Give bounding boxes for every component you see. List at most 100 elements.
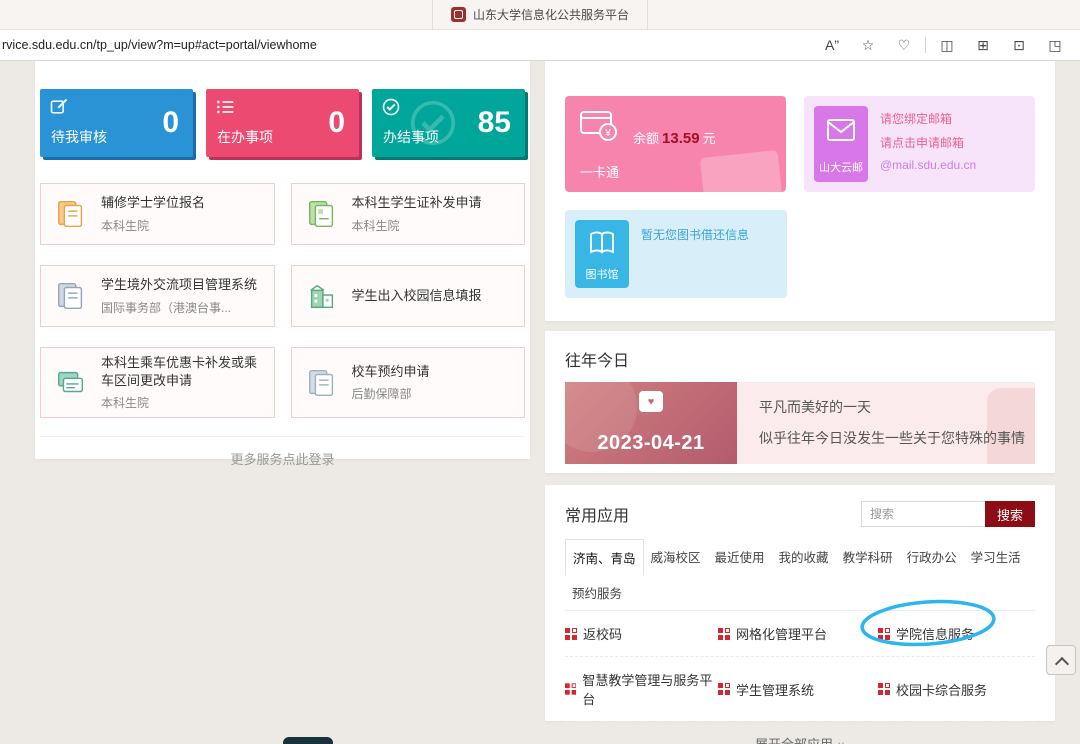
tab-study-life[interactable]: 学习生活 (964, 539, 1028, 575)
app-grid-icon (878, 628, 890, 640)
card-decoration (700, 150, 782, 192)
stat-label: 在办事项 (217, 127, 273, 147)
tab-administration[interactable]: 行政办公 (900, 539, 964, 575)
stat-card-in-progress[interactable]: 在办事项 0 (206, 89, 359, 157)
app-search: 搜索 (861, 501, 1035, 527)
mail-domain: @mail.sdu.edu.cn (880, 158, 976, 172)
library-icon-block: 图书馆 (575, 220, 629, 288)
service-title: 辅修学士学位报名 (101, 194, 205, 212)
book-icon (588, 230, 616, 256)
calendar-heart-icon: ♥ (639, 391, 663, 412)
app-grid-icon (718, 628, 730, 640)
tab-my-favorites[interactable]: 我的收藏 (772, 539, 836, 575)
list-icon (215, 97, 235, 117)
service-grid: 辅修学士学位报名 本科生院 本科生学生证补发申请 本科生院 学生境外交流项目管理… (40, 183, 525, 418)
stat-value: 0 (328, 106, 345, 140)
app-grid-management-platform[interactable]: 网格化管理平台 (718, 624, 878, 643)
bank-card-icon: ¥ (579, 109, 619, 143)
building-icon (302, 279, 342, 313)
service-dept: 本科生院 (352, 217, 482, 234)
app-row: 返校码 网格化管理平台 学院信息服务 (565, 611, 1035, 657)
tab-recently-used[interactable]: 最近使用 (708, 539, 772, 575)
todo-services-panel: 待我审核 0 在办事项 0 办结事项 85 辅修学士学位报名 本科生院 (35, 61, 530, 459)
read-aloud-icon[interactable]: A” (817, 33, 847, 57)
collections-icon[interactable]: ⊞ (968, 33, 998, 57)
bottom-widget[interactable] (283, 737, 333, 744)
service-title: 学生境外交流项目管理系统 (101, 276, 257, 294)
campus-card-label: 一卡通 (580, 162, 619, 181)
document-icon (51, 279, 91, 313)
browser-essentials-icon[interactable]: ♡ (889, 33, 919, 57)
cloud-mail-widget[interactable]: 山大云邮 请您绑定邮箱 请点击申请邮箱 @mail.sdu.edu.cn (804, 96, 1035, 192)
app-search-input[interactable] (861, 501, 985, 527)
stats-row: 待我审核 0 在办事项 0 办结事项 85 (40, 89, 525, 157)
tab-weihai-campus[interactable]: 威海校区 (644, 539, 708, 575)
envelope-icon (826, 118, 856, 142)
service-title: 学生出入校园信息填报 (352, 287, 482, 305)
stat-card-completed[interactable]: 办结事项 85 (372, 89, 525, 157)
balance-value: 13.59 (662, 130, 700, 147)
more-services-link[interactable]: 更多服务点此登录 (40, 436, 525, 480)
split-screen-icon[interactable]: ◫ (932, 33, 962, 57)
document-icon (302, 366, 342, 400)
tab-teaching-research[interactable]: 教学科研 (836, 539, 900, 575)
service-card-bus-discount-card[interactable]: 本科生乘车优惠卡补发或乘车区间更改申请 本科生院 (40, 347, 275, 418)
edit-icon (49, 97, 69, 117)
personal-cards-panel: ¥ 余额13.59元 一卡通 山大云邮 请您绑定邮箱 请点击申请邮箱 @mail… (545, 61, 1055, 321)
scroll-to-top-button[interactable] (1046, 645, 1076, 675)
app-grid-icon (565, 683, 576, 695)
id-card-icon (302, 197, 342, 231)
app-student-management-system[interactable]: 学生管理系统 (718, 670, 878, 708)
browser-tab[interactable]: 山东大学信息化公共服务平台 (432, 0, 648, 29)
common-apps-panel: 常用应用 搜索 济南、青岛 威海校区 最近使用 我的收藏 教学科研 行政办公 学… (545, 485, 1055, 721)
stat-card-pending-review[interactable]: 待我审核 0 (40, 89, 193, 157)
mail-apply-hint[interactable]: 请点击申请邮箱 (880, 134, 976, 151)
extensions-icon[interactable]: ⊡ (1004, 33, 1034, 57)
service-title: 校车预约申请 (352, 363, 430, 381)
app-college-info-service[interactable]: 学院信息服务 (878, 624, 1035, 643)
urlbar-icons: A” ☆ ♡ ◫ ⊞ ⊡ ◳ (817, 33, 1080, 57)
expand-all-apps[interactable]: 展开全部应用∨ (565, 722, 1035, 744)
app-campus-card-service[interactable]: 校园卡综合服务 (878, 670, 1035, 708)
tab-jinan-qingdao[interactable]: 济南、青岛 (565, 539, 644, 576)
app-grid-icon (565, 628, 577, 640)
mail-label: 山大云邮 (819, 159, 863, 175)
service-dept: 国际事务部（港澳台事... (101, 299, 257, 316)
stat-label: 待我审核 (51, 127, 107, 147)
stat-value: 85 (478, 106, 511, 140)
service-dept: 本科生院 (101, 217, 205, 234)
service-card-minor-degree[interactable]: 辅修学士学位报名 本科生院 (40, 183, 275, 245)
service-card-campus-entry-exit[interactable]: 学生出入校园信息填报 (291, 265, 526, 327)
mail-bind-hint[interactable]: 请您绑定邮箱 (880, 110, 976, 127)
service-card-overseas-exchange[interactable]: 学生境外交流项目管理系统 国际事务部（港澳台事... (40, 265, 275, 327)
app-return-code[interactable]: 返校码 (565, 624, 718, 643)
app-smart-teaching-platform[interactable]: 智慧教学管理与服务平台 (565, 670, 718, 708)
service-card-student-id-reissue[interactable]: 本科生学生证补发申请 本科生院 (291, 183, 526, 245)
portal-page: 待我审核 0 在办事项 0 办结事项 85 辅修学士学位报名 本科生院 (0, 61, 1080, 744)
common-apps-title: 常用应用 (565, 502, 629, 526)
campus-card-widget[interactable]: ¥ 余额13.59元 一卡通 (565, 96, 786, 192)
tab-reservation-services[interactable]: 预约服务 (565, 575, 629, 610)
copilot-icon[interactable]: ◳ (1040, 33, 1070, 57)
library-label: 图书馆 (586, 266, 619, 282)
yuan-symbol: ¥ (604, 128, 611, 139)
on-this-day-banner: ♥ 2023-04-21 平凡而美好的一天 似乎往年今日没发生一些关于您特殊的事… (565, 382, 1035, 464)
service-title: 本科生学生证补发申请 (352, 194, 482, 212)
document-icon (51, 197, 91, 231)
banner-image: ♥ 2023-04-21 (565, 382, 737, 464)
banner-line2: 似乎往年今日没发生一些关于您特殊的事情 (759, 428, 1035, 448)
app-row: 智慧教学管理与服务平台 学生管理系统 校园卡综合服务 (565, 657, 1035, 722)
app-search-button[interactable]: 搜索 (985, 501, 1035, 527)
app-grid-icon (718, 683, 730, 695)
library-message: 暂无您图书借还信息 (641, 220, 749, 288)
address-input[interactable]: rvice.sdu.edu.cn/tp_up/view?m=up#act=por… (0, 38, 817, 52)
stat-value: 0 (162, 106, 179, 140)
chevron-down-icon: ∨ (837, 740, 845, 744)
urlbar-separator (925, 37, 926, 53)
on-this-day-panel: 往年今日 ♥ 2023-04-21 平凡而美好的一天 似乎往年今日没发生一些关于… (545, 331, 1055, 473)
favorites-icon[interactable]: ☆ (853, 33, 883, 57)
service-dept: 后勤保障部 (352, 385, 430, 402)
service-card-school-bus-booking[interactable]: 校车预约申请 后勤保障部 (291, 347, 526, 418)
banner-line1: 平凡而美好的一天 (759, 397, 1035, 417)
library-widget[interactable]: 图书馆 暂无您图书借还信息 (565, 210, 787, 298)
